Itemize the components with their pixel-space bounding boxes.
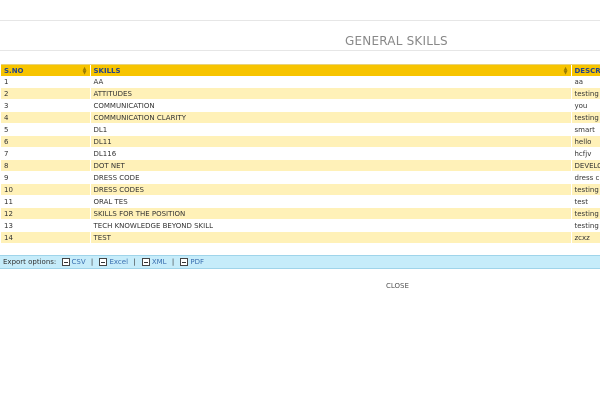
cell-sno: 10 xyxy=(1,183,91,196)
cell-description: test xyxy=(571,195,600,208)
cell-skill: TEST xyxy=(90,231,572,244)
pdf-icon[interactable] xyxy=(180,258,189,266)
cell-sno: 6 xyxy=(1,135,91,148)
column-header-skills[interactable]: SKILLS ▲ ▼ xyxy=(90,65,572,76)
top-divider xyxy=(0,20,600,21)
table-row[interactable]: 8 DOT NET DEVELO xyxy=(1,159,600,172)
skills-table: S.NO ▲ ▼ SKILLS ▲ ▼ DESCR 1 AA aa 2 ATTITUDES t… xyxy=(1,65,600,244)
cell-description: testing xyxy=(571,183,600,196)
table-row[interactable]: 6 DL11 hello xyxy=(1,135,600,148)
separator: | xyxy=(171,258,175,266)
cell-sno: 7 xyxy=(1,147,91,160)
table-row[interactable]: 12 SKILLS FOR THE POSITION testing xyxy=(1,207,600,220)
close-button[interactable]: CLOSE xyxy=(386,282,409,290)
cell-description: testing xyxy=(571,219,600,232)
sort-arrows-icon: ▲ ▼ xyxy=(82,66,87,76)
table-row[interactable]: 7 DL116 hcfjv xyxy=(1,147,600,160)
cell-sno: 14 xyxy=(1,231,91,244)
sort-arrows-icon: ▲ ▼ xyxy=(563,66,568,76)
table-row[interactable]: 3 COMMUNICATION you xyxy=(1,99,600,112)
cell-skill: ORAL TES xyxy=(90,195,572,208)
page-header: GENERAL SKILLS xyxy=(0,34,600,50)
cell-skill: TECH KNOWLEDGE BEYOND SKILL xyxy=(90,219,572,232)
page-title: GENERAL SKILLS xyxy=(345,34,448,48)
cell-sno: 8 xyxy=(1,159,91,172)
cell-description: smart xyxy=(571,123,600,136)
cell-description: hcfjv xyxy=(571,147,600,160)
export-label: Export options: xyxy=(3,258,57,266)
table-row[interactable]: 11 ORAL TES test xyxy=(1,195,600,208)
cell-description: DEVELO xyxy=(571,159,600,172)
table-row[interactable]: 9 DRESS CODE dress c xyxy=(1,171,600,184)
cell-description: zcxz xyxy=(571,231,600,244)
cell-sno: 11 xyxy=(1,195,91,208)
table-header-row: S.NO ▲ ▼ SKILLS ▲ ▼ DESCR xyxy=(1,65,600,76)
title-divider xyxy=(0,50,600,51)
cell-sno: 1 xyxy=(1,76,91,88)
cell-sno: 3 xyxy=(1,99,91,112)
cell-description: dress c xyxy=(571,171,600,184)
cell-description: you xyxy=(571,99,600,112)
skills-grid: S.NO ▲ ▼ SKILLS ▲ ▼ DESCR 1 AA aa 2 ATTITUDES t… xyxy=(1,64,600,245)
export-csv-link[interactable]: CSV xyxy=(72,258,86,266)
cell-skill: DL116 xyxy=(90,147,572,160)
cell-description: testing xyxy=(571,111,600,124)
column-header-label: SKILLS xyxy=(93,66,121,75)
cell-skill: DL1 xyxy=(90,123,572,136)
cell-skill: COMMUNICATION xyxy=(90,99,572,112)
cell-description: aa xyxy=(571,76,600,88)
column-header-sno[interactable]: S.NO ▲ ▼ xyxy=(1,65,91,76)
table-row[interactable]: 13 TECH KNOWLEDGE BEYOND SKILL testing xyxy=(1,219,600,232)
table-row[interactable]: 10 DRESS CODES testing xyxy=(1,183,600,196)
cell-skill: COMMUNICATION CLARITY xyxy=(90,111,572,124)
cell-description: testing xyxy=(571,207,600,220)
column-header-label: S.NO xyxy=(4,66,24,75)
cell-sno: 9 xyxy=(1,171,91,184)
table-row[interactable]: 4 COMMUNICATION CLARITY testing xyxy=(1,111,600,124)
table-row[interactable]: 5 DL1 smart xyxy=(1,123,600,136)
cell-sno: 5 xyxy=(1,123,91,136)
cell-description: hello xyxy=(571,135,600,148)
cell-skill: DL11 xyxy=(90,135,572,148)
separator: | xyxy=(90,258,94,266)
export-excel-link[interactable]: Excel xyxy=(109,258,128,266)
table-body: 1 AA aa 2 ATTITUDES testing 3 COMMUNICATION you 4… xyxy=(1,76,600,244)
cell-description: testing xyxy=(571,87,600,100)
export-pdf-link[interactable]: PDF xyxy=(190,258,204,266)
cell-skill: DRESS CODE xyxy=(90,171,572,184)
cell-skill: AA xyxy=(90,76,572,88)
cell-skill: ATTITUDES xyxy=(90,87,572,100)
cell-skill: DRESS CODES xyxy=(90,183,572,196)
cell-skill: DOT NET xyxy=(90,159,572,172)
separator: | xyxy=(133,258,136,266)
cell-sno: 2 xyxy=(1,87,91,100)
column-header-label: DESCR xyxy=(574,66,600,75)
table-row[interactable]: 2 ATTITUDES testing xyxy=(1,87,600,100)
export-xml-link[interactable]: XML xyxy=(152,258,167,266)
excel-icon[interactable] xyxy=(99,258,108,266)
cell-sno: 12 xyxy=(1,207,91,220)
table-row[interactable]: 1 AA aa xyxy=(1,76,600,88)
xml-icon[interactable] xyxy=(141,258,150,266)
cell-sno: 13 xyxy=(1,219,91,232)
csv-icon[interactable] xyxy=(61,258,70,266)
table-row[interactable]: 14 TEST zcxz xyxy=(1,231,600,244)
cell-sno: 4 xyxy=(1,111,91,124)
cell-skill: SKILLS FOR THE POSITION xyxy=(90,207,572,220)
export-bar: Export options: CSV | Excel | XML | PDF xyxy=(0,255,600,269)
column-header-description[interactable]: DESCR xyxy=(571,65,600,76)
